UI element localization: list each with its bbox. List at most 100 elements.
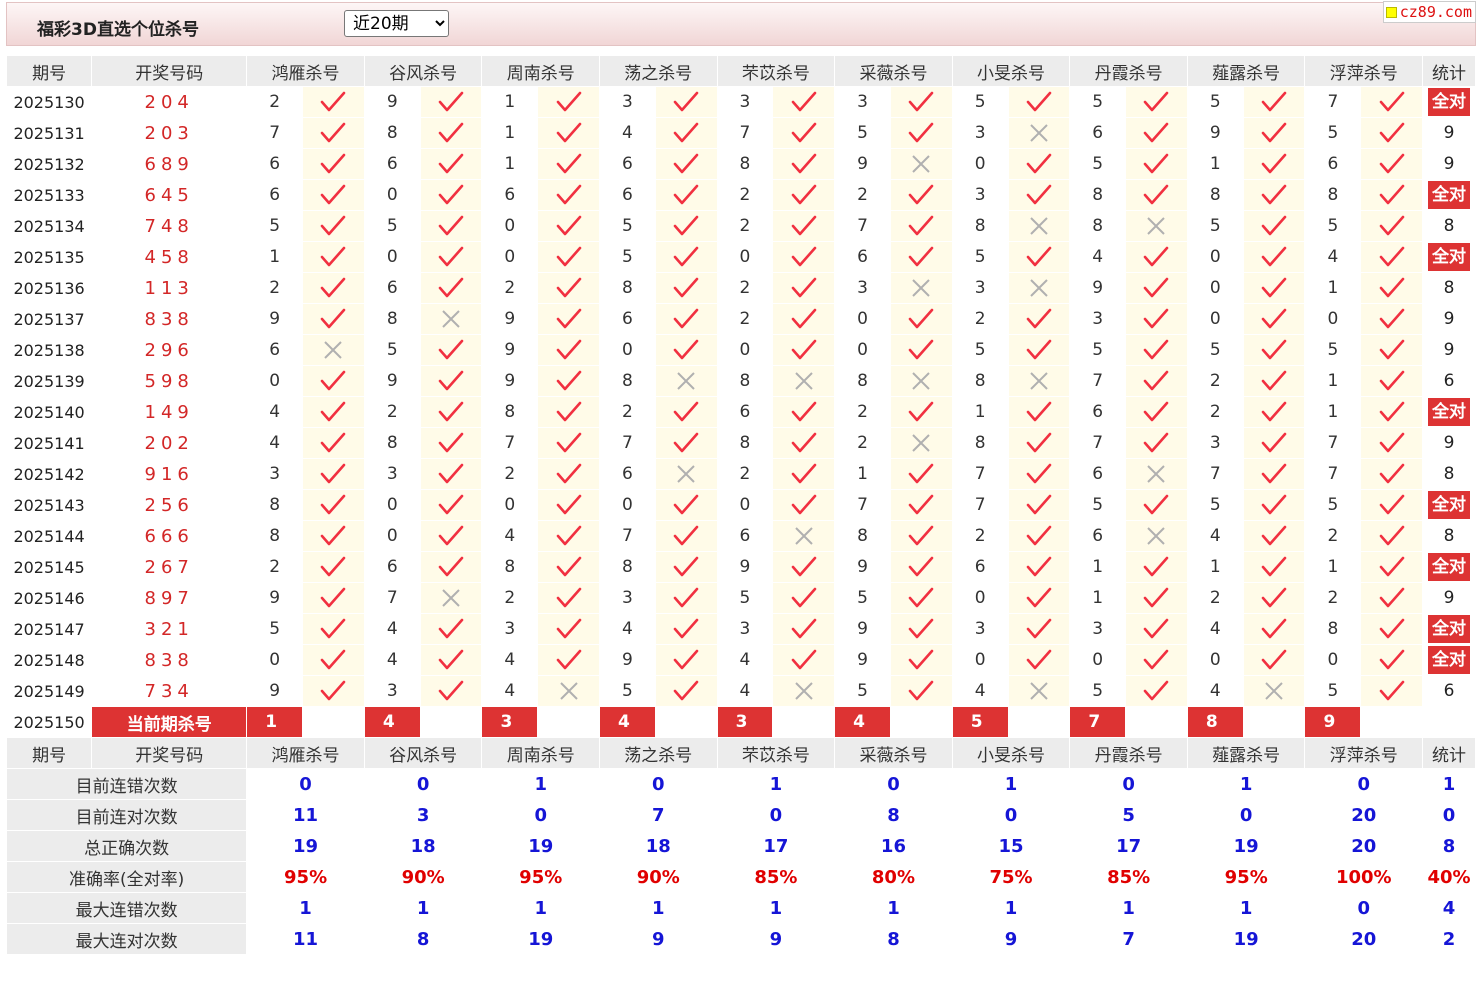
- kill-number: 7: [835, 490, 890, 520]
- correct-mark: [773, 304, 835, 334]
- column-header: 谷风杀号: [364, 56, 482, 86]
- check-icon: [321, 308, 346, 329]
- issue-number: 2025148: [7, 645, 92, 675]
- check-icon: [909, 680, 934, 701]
- blank-cell: [773, 707, 835, 737]
- kill-number: 8: [600, 366, 655, 396]
- kill-number-table: 期号 开奖号码 鸿雁杀号 谷风杀号 周南杀号 荡之杀号 芣苡杀号 采薇杀号 小旻杀号 丹霞杀号 薤露…: [6, 55, 1476, 955]
- check-icon: [1261, 184, 1287, 205]
- correct-mark: [1243, 521, 1305, 551]
- kill-number: 3: [717, 614, 773, 644]
- check-icon: [556, 525, 581, 546]
- correct-mark: [1243, 645, 1305, 675]
- check-icon: [1026, 308, 1052, 329]
- stat-value: 9: [717, 924, 835, 954]
- kill-number: 1: [1070, 552, 1126, 582]
- current-kill-number: 8: [1187, 707, 1243, 737]
- kill-number: 4: [1187, 614, 1243, 644]
- column-header: 小旻杀号: [952, 56, 1070, 86]
- kill-number: 4: [482, 676, 538, 706]
- kill-number: 6: [364, 273, 420, 303]
- all-right-badge: 全对: [1428, 491, 1471, 519]
- check-icon: [673, 432, 699, 453]
- kill-number: 9: [717, 552, 773, 582]
- kill-number: 6: [600, 459, 655, 489]
- check-icon: [556, 91, 581, 112]
- check-icon: [909, 215, 934, 236]
- kill-number: 5: [1070, 335, 1126, 365]
- table-row: 2025142 916 3 3 2 6 2 1 7 6 7 7 8: [7, 459, 1475, 489]
- check-icon: [1144, 618, 1169, 639]
- period-select[interactable]: 近20期: [344, 10, 449, 37]
- column-header: 统计: [1423, 56, 1475, 86]
- kill-number: 0: [717, 242, 773, 272]
- site-logo[interactable]: cz89.com: [1382, 1, 1476, 23]
- check-icon: [438, 494, 464, 515]
- current-kill-number: 3: [482, 707, 538, 737]
- stat-cell: 9: [1423, 118, 1475, 148]
- kill-number: 4: [364, 645, 420, 675]
- check-icon: [556, 649, 581, 670]
- check-icon: [556, 184, 581, 205]
- correct-mark: [773, 552, 835, 582]
- correct-mark: [655, 242, 717, 272]
- correct-mark: [1126, 118, 1187, 148]
- all-right-badge: 全对: [1428, 615, 1471, 643]
- column-header: 周南杀号: [482, 738, 600, 768]
- correct-mark: [655, 676, 717, 706]
- stat-value: 85%: [1070, 862, 1187, 892]
- correct-mark: [303, 273, 364, 303]
- check-icon: [673, 215, 699, 236]
- kill-number: 0: [364, 242, 420, 272]
- table-row: 2025133 645 6 0 6 6 2 2 3 8 8 8 全对: [7, 180, 1475, 210]
- correct-mark: [420, 180, 482, 210]
- kill-number: 3: [1187, 428, 1243, 458]
- correct-mark: [655, 335, 717, 365]
- correct-mark: [1243, 397, 1305, 427]
- stat-value: 19: [1187, 924, 1305, 954]
- kill-number: 6: [835, 242, 890, 272]
- correct-mark: [1361, 521, 1423, 551]
- kill-number: 6: [1070, 459, 1126, 489]
- stat-value: 0: [1305, 769, 1423, 799]
- kill-number: 3: [600, 87, 655, 117]
- correct-mark: [773, 118, 835, 148]
- stat-row: 最大连错次数 1 1 1 1 1 1 1 1 1 0 4: [7, 893, 1475, 923]
- correct-mark: [1126, 366, 1187, 396]
- stat-value: 1: [952, 769, 1070, 799]
- stat-value: 1: [1187, 893, 1305, 923]
- check-icon: [909, 525, 934, 546]
- correct-mark: [1243, 614, 1305, 644]
- kill-number: 7: [364, 583, 420, 613]
- check-icon: [556, 246, 581, 267]
- issue-number: 2025141: [7, 428, 92, 458]
- kill-number: 8: [482, 552, 538, 582]
- blank-cell: [1243, 707, 1305, 737]
- stat-cell: 8: [1423, 273, 1475, 303]
- check-icon: [673, 339, 699, 360]
- current-kill-number: 5: [952, 707, 1008, 737]
- check-icon: [909, 587, 934, 608]
- kill-number: 5: [600, 676, 655, 706]
- correct-mark: [538, 211, 600, 241]
- stat-cell: 全对: [1423, 87, 1475, 117]
- table-row: 2025149 734 9 3 4 5 4 5 4 5 4 5 6: [7, 676, 1475, 706]
- correct-mark: [1126, 490, 1187, 520]
- kill-number: 7: [1070, 366, 1126, 396]
- blank-cell: [1423, 707, 1475, 737]
- correct-mark: [1243, 149, 1305, 179]
- kill-number: 4: [952, 676, 1008, 706]
- check-icon: [673, 91, 699, 112]
- correct-mark: [773, 211, 835, 241]
- table-row: 2025148 838 0 4 4 9 4 9 0 0 0 0 全对: [7, 645, 1475, 675]
- correct-mark: [655, 304, 717, 334]
- wrong-mark: [655, 459, 717, 489]
- correct-mark: [890, 552, 952, 582]
- correct-mark: [303, 180, 364, 210]
- correct-mark: [1126, 552, 1187, 582]
- kill-number: 9: [1070, 273, 1126, 303]
- check-icon: [556, 432, 581, 453]
- kill-number: 3: [482, 614, 538, 644]
- check-icon: [438, 215, 464, 236]
- cross-icon: [1030, 217, 1048, 235]
